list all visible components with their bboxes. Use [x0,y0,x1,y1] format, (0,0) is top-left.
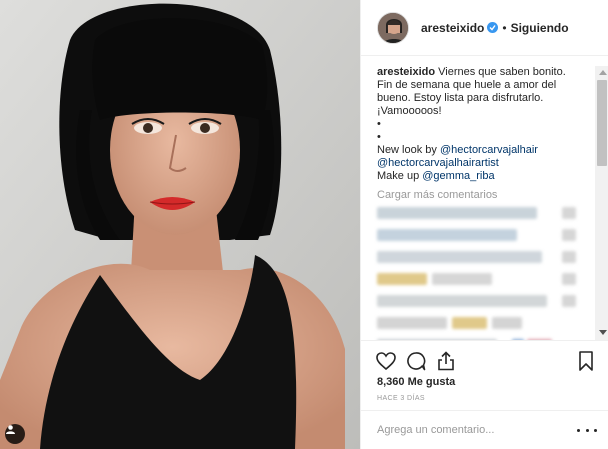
post-header: aresteixido • Siguiendo [361,0,608,56]
comments-list: aresteixido Viernes que saben bonito. Fi… [361,56,608,340]
caption-dot: • [377,118,381,130]
caption-dot: • [377,131,381,143]
post-caption: aresteixido Viernes que saben bonito. Fi… [377,66,582,183]
blurred-comment [377,207,593,223]
post-side-panel: aresteixido • Siguiendo aresteixido Vier… [360,0,608,449]
hairstylist-mention-link[interactable]: @hectorcarvajalhair [440,144,538,156]
user-tag-icon[interactable] [5,424,25,444]
blurred-comment [377,229,593,245]
verified-badge-icon [487,22,499,33]
scroll-down-arrow-icon[interactable] [599,330,607,335]
post-actions-bar [361,340,608,380]
blurred-comment [377,273,593,289]
makeup-prefix: Make up [377,170,420,182]
add-comment-input[interactable] [377,420,567,440]
load-more-comments-button[interactable]: Cargar más comentarios [377,189,593,201]
header-separator: • [502,20,507,35]
blurred-comment [377,317,593,333]
caption-makeup-line: Make up @gemma_riba [377,170,582,183]
blurred-comment [377,295,593,311]
post-timestamp[interactable]: HACE 3 DÍAS [377,395,425,402]
post-photo[interactable] [0,0,360,449]
add-comment-section [361,410,608,449]
caption-username[interactable]: aresteixido [377,66,435,78]
heart-icon[interactable] [375,350,397,372]
portrait-illustration [0,0,360,449]
new-look-prefix: New look by [377,144,437,156]
scroll-up-arrow-icon[interactable] [599,70,607,75]
caption-body: aresteixido Viernes que saben bonito. Fi… [377,66,582,118]
header-username[interactable]: aresteixido [421,21,484,35]
following-button[interactable]: Siguiendo [511,21,569,35]
blurred-comment [377,251,593,267]
instagram-post: aresteixido • Siguiendo aresteixido Vier… [0,0,608,449]
caption-new-look-line: New look by @hectorcarvajalhair [377,144,582,157]
makeup-mention-link[interactable]: @gemma_riba [422,170,494,182]
avatar[interactable] [377,11,409,44]
share-icon[interactable] [435,350,457,372]
more-options-icon[interactable] [577,423,597,437]
scrollbar-thumb[interactable] [597,80,607,166]
likes-count[interactable]: 8,360 Me gusta [377,376,455,388]
comment-icon[interactable] [405,350,427,372]
bookmark-icon[interactable] [575,350,597,372]
hairartist-mention-link[interactable]: @hectorcarvajalhairartist [377,157,582,170]
